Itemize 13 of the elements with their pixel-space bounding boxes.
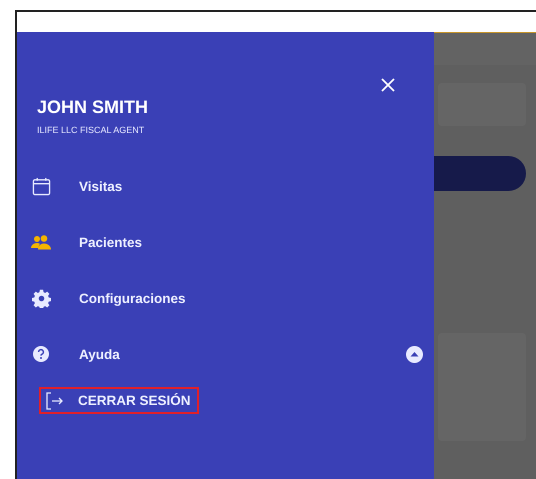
user-subtitle: ILIFE LLC FISCAL AGENT [37, 124, 146, 136]
menu-item[interactable]: Visitas [17, 158, 434, 214]
menu-item[interactable]: Pacientes [17, 214, 434, 270]
logout-icon [45, 392, 63, 410]
collapse-icon[interactable] [406, 346, 423, 362]
menu-item[interactable]: Ayuda [17, 326, 434, 382]
menu-item[interactable]: Configuraciones [17, 270, 434, 326]
user-name: JOHN SMITH [37, 96, 150, 118]
help-icon [33, 346, 49, 362]
logout-item[interactable]: CERRAR SESIÓN [39, 387, 199, 414]
people-icon [31, 234, 51, 250]
calendar-icon [32, 176, 50, 196]
gear-icon [32, 288, 50, 308]
